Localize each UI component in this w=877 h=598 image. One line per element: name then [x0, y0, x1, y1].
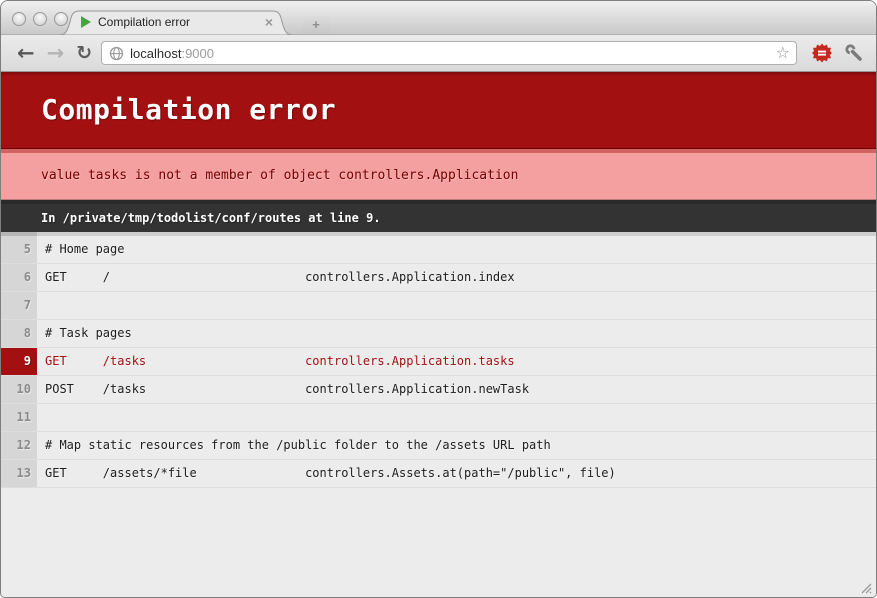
line-number: 7: [1, 292, 37, 319]
line-number: 9: [1, 348, 37, 375]
line-number: 10: [1, 376, 37, 403]
title-bar: Compilation error × +: [1, 1, 876, 35]
code-line-12: 12# Map static resources from the /publi…: [1, 432, 876, 460]
line-code: GET /tasks controllers.Application.tasks: [37, 348, 876, 375]
code-line-9: 9GET /tasks controllers.Application.task…: [1, 348, 876, 376]
wrench-settings-icon[interactable]: [838, 43, 866, 63]
line-number: 6: [1, 264, 37, 291]
line-number: 5: [1, 232, 37, 263]
code-line-7: 7: [1, 292, 876, 320]
line-code: GET / controllers.Application.index: [37, 264, 876, 291]
tab-strip: Compilation error × +: [59, 10, 332, 35]
play-framework-favicon-icon: [81, 16, 91, 28]
page-title: Compilation error: [1, 72, 876, 149]
extension-badge-icon[interactable]: [806, 43, 838, 63]
line-number: 13: [1, 460, 37, 487]
line-code: # Task pages: [37, 320, 876, 347]
line-code: # Map static resources from the /public …: [37, 432, 876, 459]
line-number: 8: [1, 320, 37, 347]
minimize-window-button[interactable]: [33, 12, 47, 26]
tab-compilation-error[interactable]: Compilation error ×: [59, 10, 293, 35]
code-line-11: 11: [1, 404, 876, 432]
tab-close-icon[interactable]: ×: [263, 14, 275, 30]
line-code: [37, 404, 876, 431]
url-host: localhost: [130, 46, 181, 61]
navigation-toolbar: ← → ↻ localhost :9000 ☆: [1, 35, 876, 72]
error-location: In /private/tmp/todolist/conf/routes at …: [1, 200, 876, 232]
url-port: :9000: [181, 46, 214, 61]
code-line-13: 13GET /assets/*file controllers.Assets.a…: [1, 460, 876, 488]
window-resize-grip[interactable]: [856, 578, 872, 594]
code-line-10: 10POST /tasks controllers.Application.ne…: [1, 376, 876, 404]
line-number: 12: [1, 432, 37, 459]
forward-button[interactable]: →: [41, 43, 71, 64]
code-line-8: 8# Task pages: [1, 320, 876, 348]
page-background: [1, 488, 876, 597]
line-code: GET /assets/*file controllers.Assets.at(…: [37, 460, 876, 487]
back-button[interactable]: ←: [11, 43, 41, 64]
code-line-5: 5# Home page: [1, 232, 876, 264]
tab-title: Compilation error: [98, 15, 256, 29]
browser-window: Compilation error × + ← → ↻ localhost: [0, 0, 877, 598]
line-code: [37, 292, 876, 319]
line-number: 11: [1, 404, 37, 431]
code-line-6: 6GET / controllers.Application.index: [1, 264, 876, 292]
url-text[interactable]: localhost :9000: [130, 46, 776, 61]
page-content: Compilation error value tasks is not a m…: [1, 72, 876, 597]
bookmark-star-icon[interactable]: ☆: [776, 45, 790, 61]
globe-icon: [109, 46, 130, 61]
plus-icon: +: [312, 17, 320, 32]
address-bar[interactable]: localhost :9000 ☆: [101, 41, 797, 65]
line-code: # Home page: [37, 232, 876, 263]
close-window-button[interactable]: [12, 12, 26, 26]
error-detail-message: value tasks is not a member of object co…: [1, 149, 876, 200]
source-listing: 5# Home page6GET / controllers.Applicati…: [1, 232, 876, 488]
reload-button[interactable]: ↻: [70, 44, 94, 63]
line-code: POST /tasks controllers.Application.newT…: [37, 376, 876, 403]
new-tab-button[interactable]: +: [300, 16, 332, 33]
